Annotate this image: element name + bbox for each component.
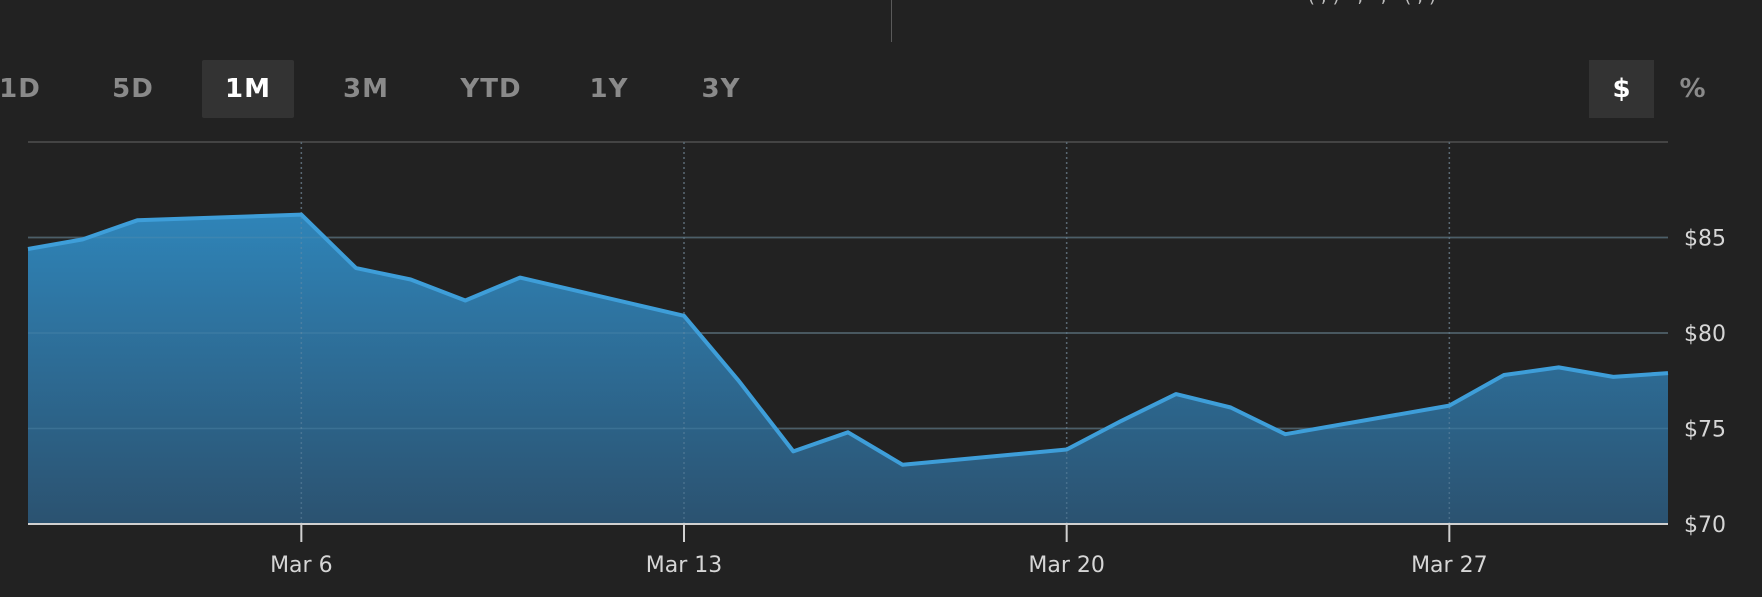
x-tick-label-3: Mar 27 (1411, 553, 1488, 578)
data-point-17 (1283, 432, 1287, 436)
x-tick-label-0: Mar 6 (270, 553, 333, 578)
data-point-22 (1666, 371, 1670, 375)
data-point-20 (1557, 365, 1561, 369)
x-tick-label-2: Mar 20 (1028, 553, 1105, 578)
data-point-7 (518, 276, 522, 280)
data-point-16 (1229, 406, 1233, 410)
data-point-3 (299, 213, 303, 217)
price-chart: Mar 6 Mar 13 Mar 20 Mar 27 $85 $80 $75 $70 (26, 141, 1726, 578)
data-point-15 (1174, 392, 1178, 396)
y-tick-label-2: $75 (1684, 418, 1726, 443)
data-point-1 (81, 237, 85, 241)
x-tick-label-1: Mar 13 (646, 553, 723, 578)
data-point-10 (791, 449, 795, 453)
data-point-9 (737, 379, 741, 383)
data-point-21 (1611, 375, 1615, 379)
data-point-2 (135, 218, 139, 222)
data-point-19 (1502, 373, 1506, 377)
y-tick-label-3: $70 (1684, 513, 1726, 538)
data-point-13 (1065, 448, 1069, 452)
data-point-11 (846, 430, 850, 434)
data-point-6 (463, 299, 467, 303)
data-point-5 (409, 278, 413, 282)
data-point-12 (901, 463, 905, 467)
data-point-14 (1119, 419, 1123, 423)
data-point-18 (1447, 404, 1451, 408)
data-point-0 (26, 247, 30, 251)
data-point-8 (682, 314, 686, 318)
data-point-4 (354, 266, 358, 270)
y-tick-label-1: $80 (1684, 322, 1726, 347)
price-area (28, 214, 1668, 524)
y-tick-label-0: $85 (1684, 227, 1726, 252)
